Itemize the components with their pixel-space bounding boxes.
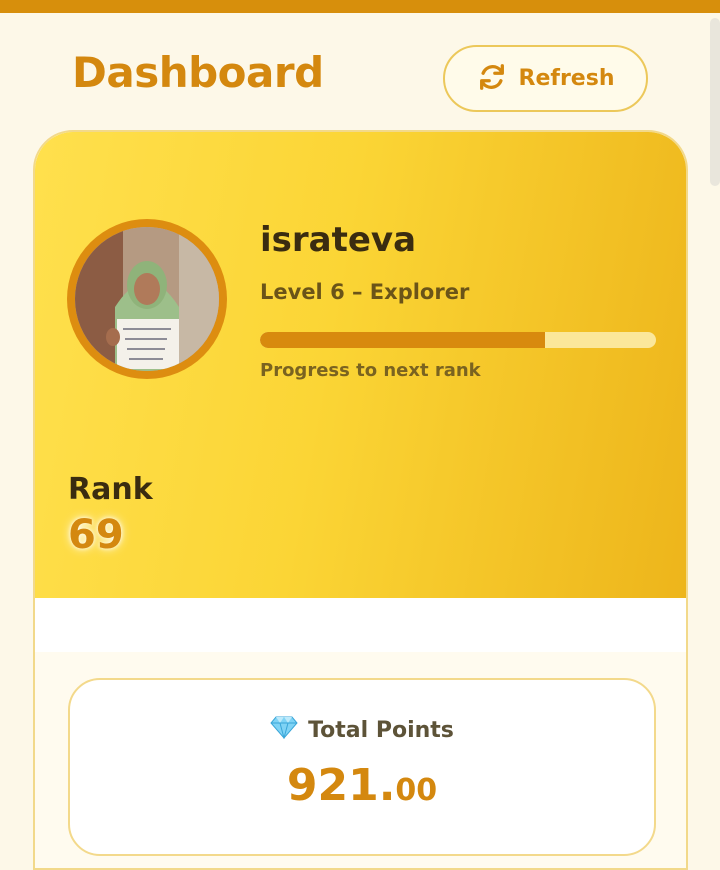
rank-progress-fill (260, 332, 546, 348)
profile-card: israteva Level 6 – Explorer Progress to … (33, 130, 688, 870)
top-accent-bar (0, 0, 720, 13)
total-points-integer: 921. (286, 760, 396, 811)
total-points-header: Total Points (70, 715, 654, 745)
refresh-icon (477, 62, 507, 96)
level-label: Level 6 – Explorer (260, 280, 470, 304)
progress-caption: Progress to next rank (260, 360, 481, 381)
refresh-button-label: Refresh (518, 66, 615, 91)
avatar-ring (67, 219, 227, 379)
diamond-icon (270, 715, 298, 745)
avatar[interactable] (75, 227, 219, 371)
page-title: Dashboard (72, 48, 324, 97)
profile-hero: israteva Level 6 – Explorer Progress to … (35, 132, 686, 598)
refresh-button[interactable]: Refresh (443, 45, 648, 112)
total-points-value: 921.00 (70, 760, 654, 811)
avatar-photo (75, 227, 219, 371)
scrollbar[interactable] (710, 18, 720, 186)
total-points-decimal: 00 (395, 773, 438, 808)
total-points-card: Total Points 921.00 (68, 678, 656, 856)
username: israteva (260, 220, 417, 260)
rank-value: 69 (68, 512, 124, 558)
rank-label: Rank (68, 472, 153, 507)
total-points-title: Total Points (308, 717, 454, 743)
rank-progress-bar (260, 332, 656, 348)
